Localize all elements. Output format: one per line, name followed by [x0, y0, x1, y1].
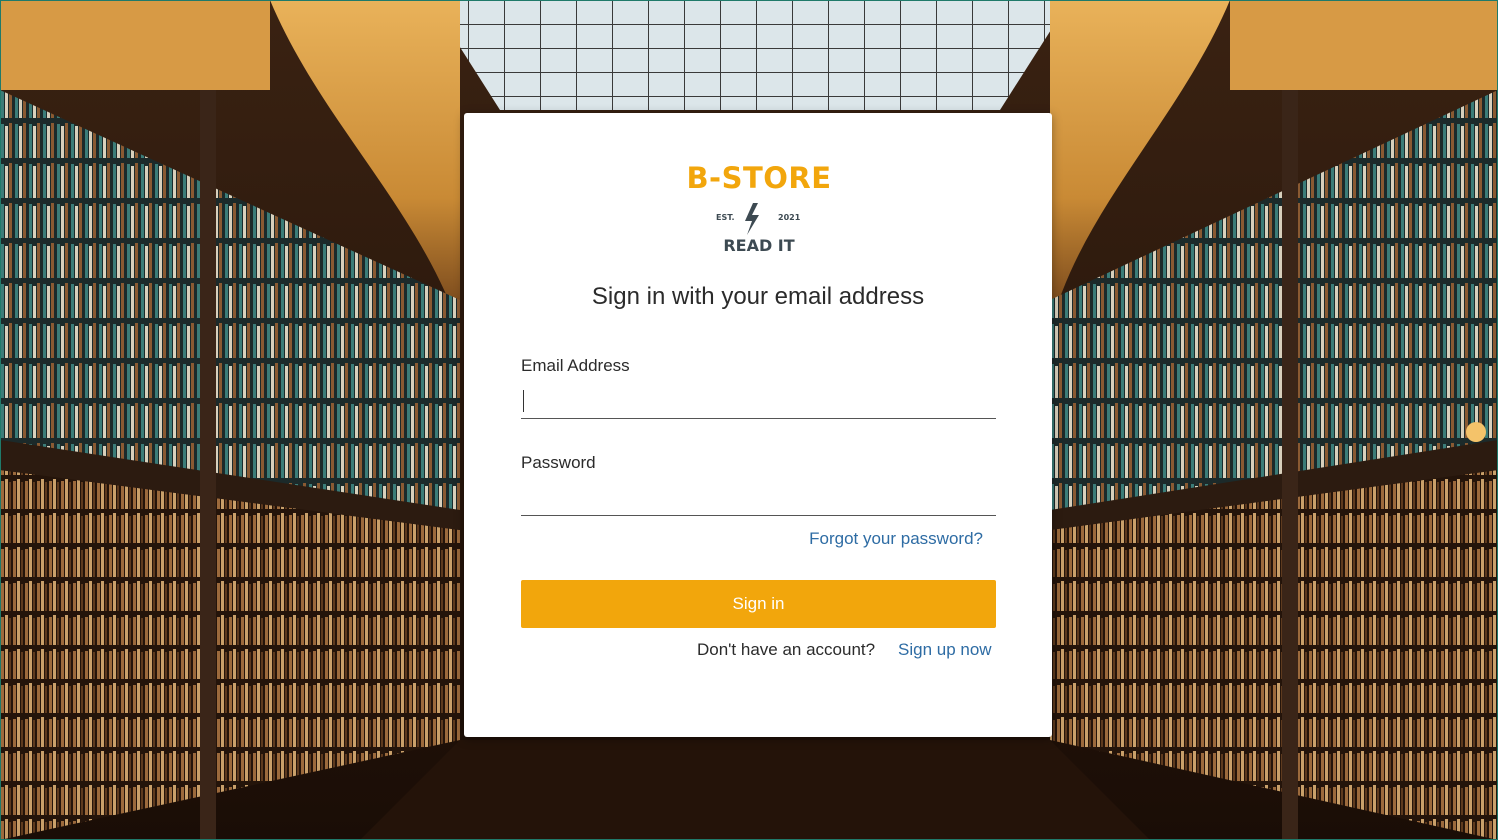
brand-emblem: EST. 2021 READ IT — [716, 203, 801, 255]
email-field[interactable] — [521, 387, 996, 419]
no-account-text: Don't have an account? — [697, 640, 876, 659]
sign-up-link[interactable]: Sign up now — [898, 640, 992, 660]
page-title: Sign in with your email address — [591, 283, 925, 310]
sign-in-card: B-STORE EST. 2021 READ IT Sign in with y… — [464, 113, 1052, 737]
brand-tagline: READ IT — [723, 236, 794, 255]
text-cursor — [523, 390, 524, 412]
email-label: Email Address — [521, 356, 630, 375]
password-field[interactable] — [521, 484, 996, 516]
password-label: Password — [521, 453, 596, 472]
brand-est: EST. — [716, 213, 735, 222]
brand-logo: B-STORE EST. 2021 READ IT — [674, 157, 844, 257]
sign-in-button[interactable]: Sign in — [521, 580, 996, 628]
forgot-password-link[interactable]: Forgot your password? — [809, 529, 983, 549]
brand-year: 2021 — [778, 213, 801, 222]
brand-name: B-STORE — [686, 161, 832, 195]
lightning-icon — [745, 203, 759, 235]
